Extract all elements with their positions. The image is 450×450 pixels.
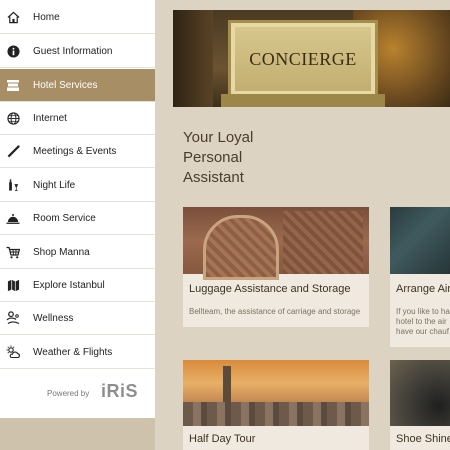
sidebar-item-meetings-events[interactable]: Meetings & Events: [0, 135, 155, 168]
sidebar-item-label: Hotel Services: [33, 79, 98, 91]
card-title: Luggage Assistance and Storage: [189, 283, 351, 295]
concierge-desk-icon: [6, 78, 20, 92]
sidebar-item-label: Weather & Flights: [33, 346, 113, 358]
card-image: [183, 360, 369, 426]
sidebar-item-room-service[interactable]: Room Service: [0, 202, 155, 235]
heading-line: Assistant: [183, 169, 244, 186]
map-icon: [6, 278, 20, 292]
sidebar-item-label: Wellness: [33, 312, 74, 324]
bottle-glass-icon: [6, 178, 20, 192]
weather-icon: [6, 345, 20, 359]
sidebar-item-label: Explore Istanbul: [33, 279, 105, 291]
cart-icon: [6, 245, 20, 259]
card-image: [390, 360, 450, 426]
home-icon: [6, 10, 20, 24]
card-image: [390, 207, 450, 274]
heading-line: Personal: [183, 149, 243, 166]
sidebar-item-label: Meetings & Events: [33, 145, 117, 157]
service-card-luggage[interactable]: Luggage Assistance and Storage Bellteam,…: [183, 207, 369, 327]
card-description-line: If you like to ha: [396, 307, 450, 316]
concierge-sign-text: CONCIERGE: [249, 49, 357, 69]
sidebar-item-weather-flights[interactable]: Weather & Flights: [0, 336, 155, 369]
wellness-icon: [6, 311, 20, 325]
iris-logo: iRiS: [101, 381, 139, 401]
main-content: CONCIERGE Your Loyal Personal Assistant …: [155, 0, 450, 450]
sidebar-item-guest-information[interactable]: Guest Information: [0, 35, 155, 68]
sidebar-item-label: Internet: [33, 112, 67, 124]
sidebar-item-home[interactable]: Home: [0, 1, 155, 34]
sidebar-item-label: Home: [33, 11, 60, 23]
pen-icon: [6, 144, 20, 158]
card-description-line: hotel to the air: [396, 317, 447, 326]
service-card-half-day-tour[interactable]: Half Day Tour: [183, 360, 369, 450]
card-image: [183, 207, 369, 280]
powered-by-text: Powered by: [47, 389, 90, 398]
sidebar-item-explore-istanbul[interactable]: Explore Istanbul: [0, 269, 155, 302]
sidebar-item-label: Night Life: [33, 179, 76, 191]
card-title: Arrange Air: [396, 283, 450, 295]
hero-image: CONCIERGE: [173, 10, 450, 107]
powered-by-footer: Powered by iRiS: [0, 370, 155, 418]
globe-icon: [6, 111, 20, 125]
sidebar-item-internet[interactable]: Internet: [0, 102, 155, 135]
cloche-icon: [6, 211, 20, 225]
heading-line: Your Loyal: [183, 129, 254, 146]
card-description-line: have our chauf: [396, 327, 449, 336]
sidebar-bottom-strip: [0, 418, 155, 450]
sidebar-menu: Home Guest Information Hotel Services In…: [0, 0, 155, 450]
info-icon: [6, 44, 20, 58]
sidebar-item-label: Shop Manna: [33, 246, 90, 258]
sidebar-item-shop-manna[interactable]: Shop Manna: [0, 236, 155, 269]
sidebar-item-hotel-services[interactable]: Hotel Services: [0, 69, 155, 102]
service-card-shoe-shine[interactable]: Shoe Shine: [390, 360, 450, 450]
card-description: If you like to ha hotel to the air have …: [396, 307, 450, 337]
page-heading: Your Loyal Personal Assistant: [183, 128, 253, 188]
sidebar-item-label: Guest Information: [33, 45, 113, 57]
sidebar-item-wellness[interactable]: Wellness: [0, 302, 155, 335]
service-card-arrange-air[interactable]: Arrange Air If you like to ha hotel to t…: [390, 207, 450, 347]
card-description: Bellteam, the assistance of carriage and…: [189, 307, 361, 316]
sidebar-item-night-life[interactable]: Night Life: [0, 169, 155, 202]
card-title: Shoe Shine: [396, 433, 450, 445]
sidebar-item-label: Room Service: [33, 212, 96, 224]
concierge-sign: CONCIERGE: [228, 20, 378, 98]
card-title: Half Day Tour: [189, 433, 256, 445]
